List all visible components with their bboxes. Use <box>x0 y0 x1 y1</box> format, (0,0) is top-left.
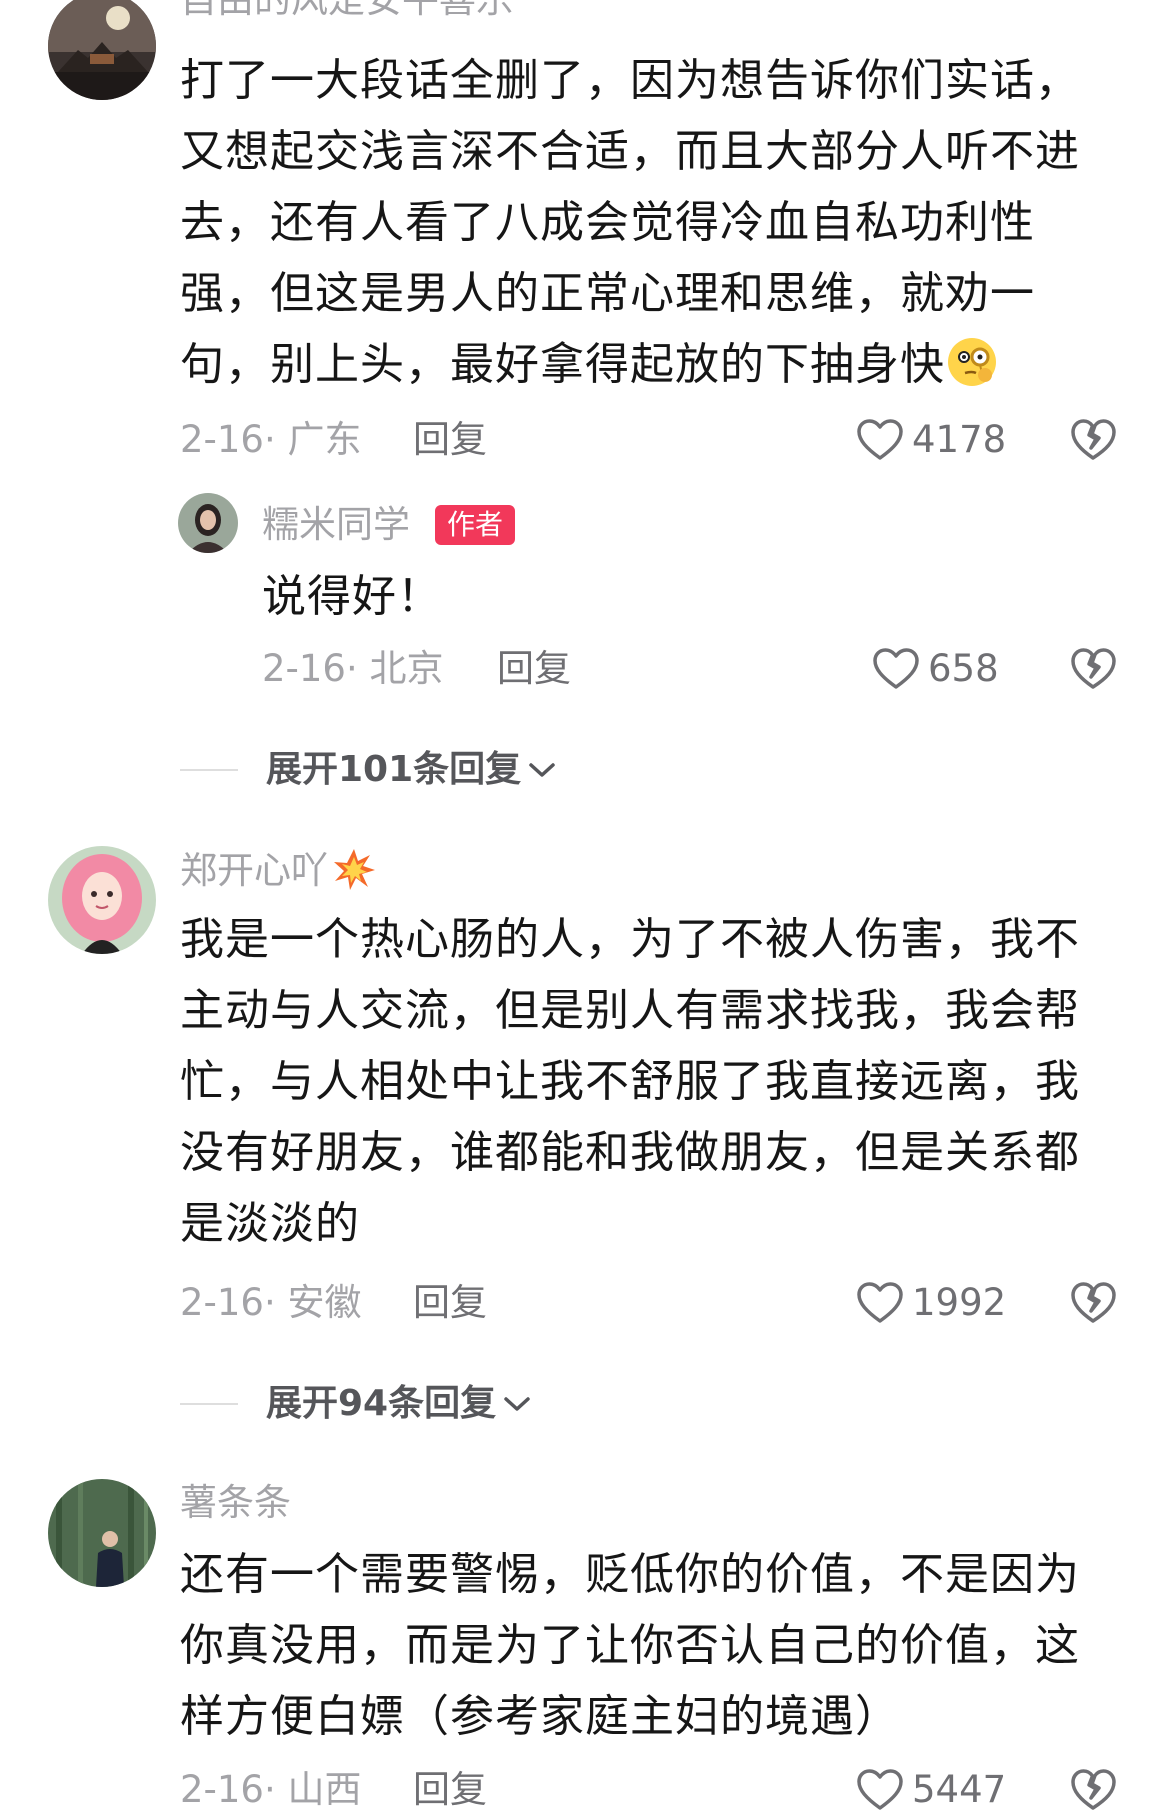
reply-button[interactable]: 回复 <box>413 1281 487 1325</box>
broken-heart-icon[interactable] <box>1070 1767 1116 1813</box>
heart-outline-icon <box>857 1282 903 1323</box>
chevron-down-icon <box>529 763 555 777</box>
monocle-face-emoji <box>948 338 996 386</box>
reply-button[interactable]: 回复 <box>413 1768 487 1812</box>
comment-line: 样方便白嫖（参考家庭主妇的境遇） <box>180 1691 900 1742</box>
heart-outline-icon <box>857 419 903 460</box>
divider <box>180 1403 238 1405</box>
reply-button[interactable]: 回复 <box>497 647 571 691</box>
avatar[interactable] <box>48 846 156 954</box>
comment-line: 忙，与人相处中让我不舒服了我直接远离，我 <box>180 1056 1080 1107</box>
comment-text: 还有一个需要警惕，贬低你的价值，不是因为 你真没用，而是为了让你否认自己的价值，… <box>180 1539 1080 1752</box>
like-count: 4178 <box>912 418 1007 461</box>
expand-replies-label: 展开101条回复 <box>266 749 522 790</box>
date-location: 2-16· 安徽 <box>180 1281 362 1324</box>
comment-line: 你真没用，而是为了让你否认自己的价值，这 <box>180 1620 1080 1671</box>
like-count: 1992 <box>912 1281 1007 1324</box>
comment-line: 还有一个需要警惕，贬低你的价值，不是因为 <box>180 1549 1080 1600</box>
username[interactable]: 薯条条 <box>180 1481 291 1525</box>
divider <box>180 769 238 771</box>
comment-line: 打了一大段话全删了，因为想告诉你们实话， <box>180 55 1080 106</box>
collision-emoji <box>334 849 375 890</box>
like-count: 658 <box>928 647 999 690</box>
date-location: 2-16· 山西 <box>180 1768 362 1811</box>
like-button[interactable]: 4178 <box>856 418 1006 462</box>
like-count: 5447 <box>912 1768 1007 1811</box>
like-button[interactable]: 1992 <box>856 1281 1006 1325</box>
comment-line: 强，但这是男人的正常心理和思维，就劝一 <box>180 268 1035 319</box>
comment-line: 是淡淡的 <box>180 1198 360 1249</box>
chevron-down-icon <box>504 1397 530 1411</box>
expand-replies-label: 展开94条回复 <box>266 1383 497 1424</box>
comment-line: 没有好朋友，谁都能和我做朋友，但是关系都 <box>180 1127 1080 1178</box>
comment-line: 我是一个热心肠的人，为了不被人伤害，我不 <box>180 914 1080 965</box>
reply-username[interactable]: 糯米同学 <box>262 503 410 547</box>
reply-avatar[interactable] <box>178 493 238 553</box>
like-button[interactable]: 658 <box>872 647 999 691</box>
author-badge: 作者 <box>435 505 516 545</box>
username[interactable]: 郑开心吖 <box>180 847 376 893</box>
comment-text: 我是一个热心肠的人，为了不被人伤害，我不 主动与人交流，但是别人有需求找我，我会… <box>180 904 1080 1259</box>
avatar[interactable] <box>48 1479 156 1587</box>
heart-outline-icon <box>873 648 919 689</box>
expand-replies-button[interactable]: 展开94条回复 <box>180 1382 532 1426</box>
username-text: 郑开心吖 <box>180 849 328 892</box>
heart-outline-icon <box>857 1769 903 1810</box>
comment-line: 主动与人交流，但是别人有需求找我，我会帮 <box>180 985 1080 1036</box>
comment-text: 打了一大段话全删了，因为想告诉你们实话， 又想起交浅言深不合适，而且大部分人听不… <box>180 45 1080 400</box>
comment-line: 句，别上头，最好拿得起放的下抽身快 <box>180 339 945 390</box>
like-button[interactable]: 5447 <box>856 1768 1006 1812</box>
broken-heart-icon[interactable] <box>1070 417 1116 463</box>
broken-heart-icon[interactable] <box>1070 1280 1116 1326</box>
broken-heart-icon[interactable] <box>1070 646 1116 692</box>
reply-button[interactable]: 回复 <box>413 418 487 462</box>
comment-line: 去，还有人看了八成会觉得冷血自私功利性 <box>180 197 1035 248</box>
date-location: 2-16· 广东 <box>180 418 362 461</box>
avatar[interactable] <box>48 0 156 100</box>
reply-date-location: 2-16· 北京 <box>262 647 444 690</box>
reply-text: 说得好！ <box>262 571 442 622</box>
expand-replies-button[interactable]: 展开101条回复 <box>180 748 557 792</box>
comment-line: 又想起交浅言深不合适，而且大部分人听不进 <box>180 126 1080 177</box>
username[interactable]: 自由的风是安平喜乐 <box>180 0 513 22</box>
